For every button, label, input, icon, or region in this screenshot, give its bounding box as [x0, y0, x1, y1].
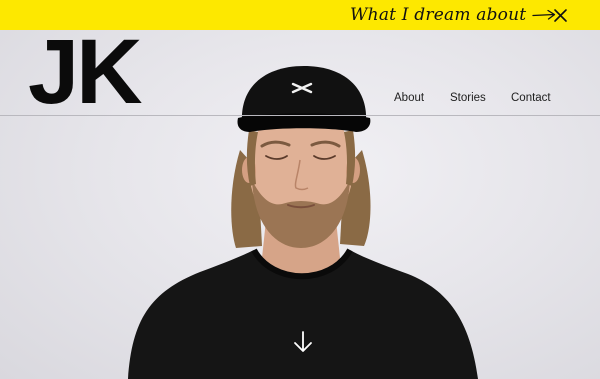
main-nav: About Stories Contact — [0, 92, 600, 108]
nav-contact-link[interactable]: Contact — [511, 92, 551, 104]
announcement-bar: What I dream about — [0, 0, 600, 30]
close-icon[interactable] — [552, 7, 569, 24]
arrow-down-icon[interactable] — [292, 330, 314, 354]
nav-stories-link[interactable]: Stories — [450, 92, 486, 104]
nav-about-link[interactable]: About — [394, 92, 424, 104]
dream-banner-link[interactable]: What I dream about — [350, 2, 556, 28]
banner-text: What I dream about — [350, 5, 527, 25]
